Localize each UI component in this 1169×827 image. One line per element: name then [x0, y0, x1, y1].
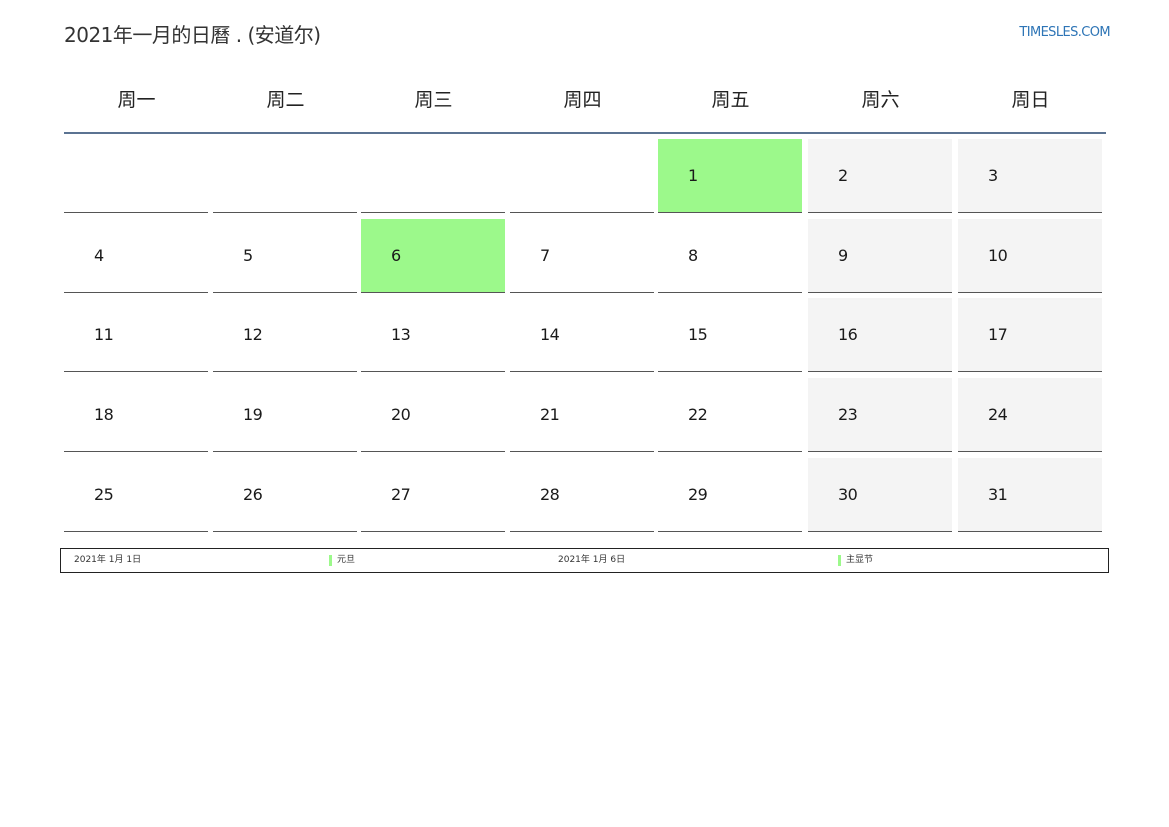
day-cell: 2: [808, 139, 952, 213]
weekday-thursday: 周四: [563, 89, 602, 111]
day-number: 17: [988, 325, 1008, 344]
holiday-legend: 2021年 1月 1日 元旦 2021年 1月 6日 主显节: [60, 548, 1109, 573]
day-cell: 26: [213, 458, 357, 532]
day-number: 25: [94, 485, 114, 504]
empty-day-cell: [213, 139, 357, 213]
day-number: 20: [391, 405, 411, 424]
legend-holiday-name: 元旦: [337, 555, 356, 565]
day-number: 1: [688, 166, 698, 185]
day-number: 28: [540, 485, 560, 504]
day-cell: 9: [808, 219, 952, 293]
day-number: 31: [988, 485, 1008, 504]
day-number: 4: [94, 246, 104, 265]
day-number: 8: [688, 246, 698, 265]
day-number: 23: [838, 405, 858, 424]
weekday-sunday: 周日: [1011, 89, 1050, 111]
day-cell: 18: [64, 378, 208, 452]
day-cell: 5: [213, 219, 357, 293]
day-cell: 4: [64, 219, 208, 293]
brand-link[interactable]: TIMESLES.COM: [1019, 25, 1110, 40]
page-title: 2021年一月的日曆 . (安道尔): [64, 23, 321, 47]
day-number: 19: [243, 405, 263, 424]
day-cell: 19: [213, 378, 357, 452]
day-cell: 23: [808, 378, 952, 452]
day-number: 14: [540, 325, 560, 344]
day-number: 13: [391, 325, 411, 344]
day-number: 7: [540, 246, 550, 265]
day-number: 5: [243, 246, 253, 265]
day-number: 15: [688, 325, 708, 344]
day-cell: 30: [808, 458, 952, 532]
day-number: 9: [838, 246, 848, 265]
day-cell: 31: [958, 458, 1102, 532]
legend-holiday-marker: [838, 555, 841, 566]
day-number: 12: [243, 325, 263, 344]
day-number: 21: [540, 405, 560, 424]
day-number: 3: [988, 166, 998, 185]
day-cell: 15: [658, 298, 802, 372]
legend-date: 2021年 1月 6日: [558, 555, 626, 565]
day-cell: 12: [213, 298, 357, 372]
day-number: 11: [94, 325, 114, 344]
day-number: 6: [391, 246, 401, 265]
day-cell: 22: [658, 378, 802, 452]
day-number: 18: [94, 405, 114, 424]
day-number: 30: [838, 485, 858, 504]
day-number: 26: [243, 485, 263, 504]
legend-date: 2021年 1月 1日: [74, 555, 142, 565]
day-number: 24: [988, 405, 1008, 424]
empty-day-cell: [361, 139, 505, 213]
empty-day-cell: [64, 139, 208, 213]
day-cell: 16: [808, 298, 952, 372]
day-number: 16: [838, 325, 858, 344]
day-cell: 11: [64, 298, 208, 372]
day-cell: 3: [958, 139, 1102, 213]
day-number: 2: [838, 166, 848, 185]
day-number: 29: [688, 485, 708, 504]
day-cell: 28: [510, 458, 654, 532]
weekday-monday: 周一: [117, 89, 156, 111]
day-number: 10: [988, 246, 1008, 265]
day-cell: 25: [64, 458, 208, 532]
weekday-saturday: 周六: [861, 89, 900, 111]
day-cell: 21: [510, 378, 654, 452]
legend-holiday-marker: [329, 555, 332, 566]
day-cell: 27: [361, 458, 505, 532]
day-cell: 7: [510, 219, 654, 293]
weekday-tuesday: 周二: [266, 89, 305, 111]
day-number: 27: [391, 485, 411, 504]
weekday-friday: 周五: [711, 89, 750, 111]
day-cell: 17: [958, 298, 1102, 372]
weekday-header: 周一 周二 周三 周四 周五 周六 周日: [64, 70, 1106, 134]
day-cell: 14: [510, 298, 654, 372]
day-cell: 1: [658, 139, 802, 213]
weekday-wednesday: 周三: [414, 89, 453, 111]
day-cell: 6: [361, 219, 505, 293]
day-cell: 24: [958, 378, 1102, 452]
day-cell: 13: [361, 298, 505, 372]
legend-holiday-name: 主显节: [846, 555, 874, 565]
day-number: 22: [688, 405, 708, 424]
day-cell: 8: [658, 219, 802, 293]
day-cell: 20: [361, 378, 505, 452]
day-cell: 29: [658, 458, 802, 532]
empty-day-cell: [510, 139, 654, 213]
day-cell: 10: [958, 219, 1102, 293]
